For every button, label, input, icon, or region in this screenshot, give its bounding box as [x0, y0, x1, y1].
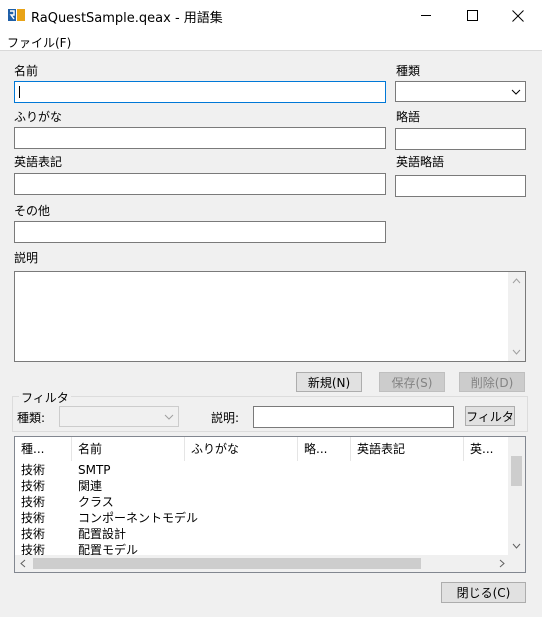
- english-abbreviation-label: 英語略語: [396, 155, 445, 169]
- menu-file[interactable]: ファイル(F): [7, 34, 71, 51]
- scroll-left-icon[interactable]: [20, 559, 26, 568]
- close-button[interactable]: 閉じる(C): [441, 582, 526, 603]
- new-button[interactable]: 新規(N): [296, 372, 362, 392]
- delete-button[interactable]: 削除(D): [459, 372, 525, 392]
- maximize-icon: [466, 10, 478, 21]
- chevron-down-icon: [511, 89, 521, 95]
- table-row[interactable]: 技術 関連: [15, 478, 509, 494]
- menu-bar: ファイル(F): [0, 31, 542, 51]
- cell-kind: 技術: [21, 479, 46, 493]
- title-bar[interactable]: RaQuestSample.qeax - 用語集: [0, 0, 542, 31]
- cell-name: 配置設計: [78, 527, 127, 541]
- kind-label: 種類: [396, 64, 421, 78]
- filter-description-label: 説明:: [211, 411, 240, 425]
- maximize-button[interactable]: [449, 0, 495, 31]
- scroll-up-icon[interactable]: [512, 278, 521, 284]
- table-row[interactable]: 技術 コンポーネントモデル: [15, 510, 509, 526]
- scroll-right-icon[interactable]: [499, 559, 505, 568]
- table-row[interactable]: 技術 SMTP: [15, 462, 509, 478]
- column-header-abbreviation[interactable]: 略...: [298, 437, 351, 461]
- abbreviation-input[interactable]: [395, 128, 526, 150]
- scroll-down-icon[interactable]: [512, 543, 521, 549]
- horizontal-scroll-thumb[interactable]: [33, 558, 421, 569]
- minimize-button[interactable]: [403, 0, 449, 31]
- filter-description-input[interactable]: [253, 406, 454, 428]
- cell-name: 関連: [78, 479, 103, 493]
- table-row[interactable]: 技術 クラス: [15, 494, 509, 510]
- filter-group-title: フィルタ: [19, 389, 71, 406]
- abbreviation-label: 略語: [396, 110, 421, 124]
- filter-kind-select[interactable]: [59, 406, 179, 427]
- cell-kind: 技術: [21, 511, 46, 525]
- furigana-input[interactable]: [14, 127, 386, 149]
- column-header-name[interactable]: 名前: [72, 437, 185, 461]
- window-title: RaQuestSample.qeax - 用語集: [31, 11, 223, 26]
- english-input[interactable]: [14, 173, 386, 195]
- table-vertical-scrollbar[interactable]: [508, 437, 525, 555]
- description-textarea[interactable]: [14, 271, 526, 362]
- filter-kind-label: 種類:: [17, 411, 46, 425]
- app-logo-icon: [8, 8, 26, 23]
- scrollbar-corner: [508, 555, 525, 572]
- name-label: 名前: [14, 64, 39, 78]
- cell-kind: 技術: [21, 463, 46, 477]
- chevron-down-icon: [164, 414, 174, 420]
- description-scrollbar[interactable]: [508, 272, 525, 361]
- kind-select[interactable]: [395, 81, 526, 102]
- english-abbreviation-input[interactable]: [395, 175, 526, 197]
- terms-table[interactable]: 種... 名前 ふりがな 略... 英語表記 英... 技術 SMTP 技術 関…: [14, 436, 526, 573]
- column-header-furigana[interactable]: ふりがな: [185, 437, 298, 461]
- cell-name: コンポーネントモデル: [78, 511, 199, 525]
- minimize-icon: [420, 15, 431, 16]
- vertical-scroll-thumb[interactable]: [511, 456, 522, 486]
- furigana-label: ふりがな: [14, 110, 63, 124]
- close-icon: [512, 9, 524, 22]
- cell-name: クラス: [78, 495, 114, 509]
- column-header-english-abbreviation[interactable]: 英...: [464, 437, 509, 461]
- name-input[interactable]: [14, 81, 386, 103]
- text-caret: [19, 86, 20, 98]
- table-horizontal-scrollbar[interactable]: [15, 555, 510, 572]
- scroll-down-icon[interactable]: [512, 349, 521, 355]
- filter-button[interactable]: フィルタ: [465, 406, 515, 426]
- cell-name: SMTP: [78, 463, 111, 477]
- column-header-english[interactable]: 英語表記: [351, 437, 464, 461]
- other-input[interactable]: [14, 221, 386, 243]
- close-window-button[interactable]: [495, 0, 541, 31]
- table-header: 種... 名前 ふりがな 略... 英語表記 英...: [15, 437, 525, 461]
- column-header-kind[interactable]: 種...: [15, 437, 72, 461]
- cell-kind: 技術: [21, 527, 46, 541]
- save-button[interactable]: 保存(S): [379, 372, 445, 392]
- description-label: 説明: [14, 251, 39, 265]
- cell-kind: 技術: [21, 495, 46, 509]
- table-row[interactable]: 技術 配置設計: [15, 526, 509, 542]
- english-label: 英語表記: [14, 155, 63, 169]
- other-label: その他: [14, 204, 51, 218]
